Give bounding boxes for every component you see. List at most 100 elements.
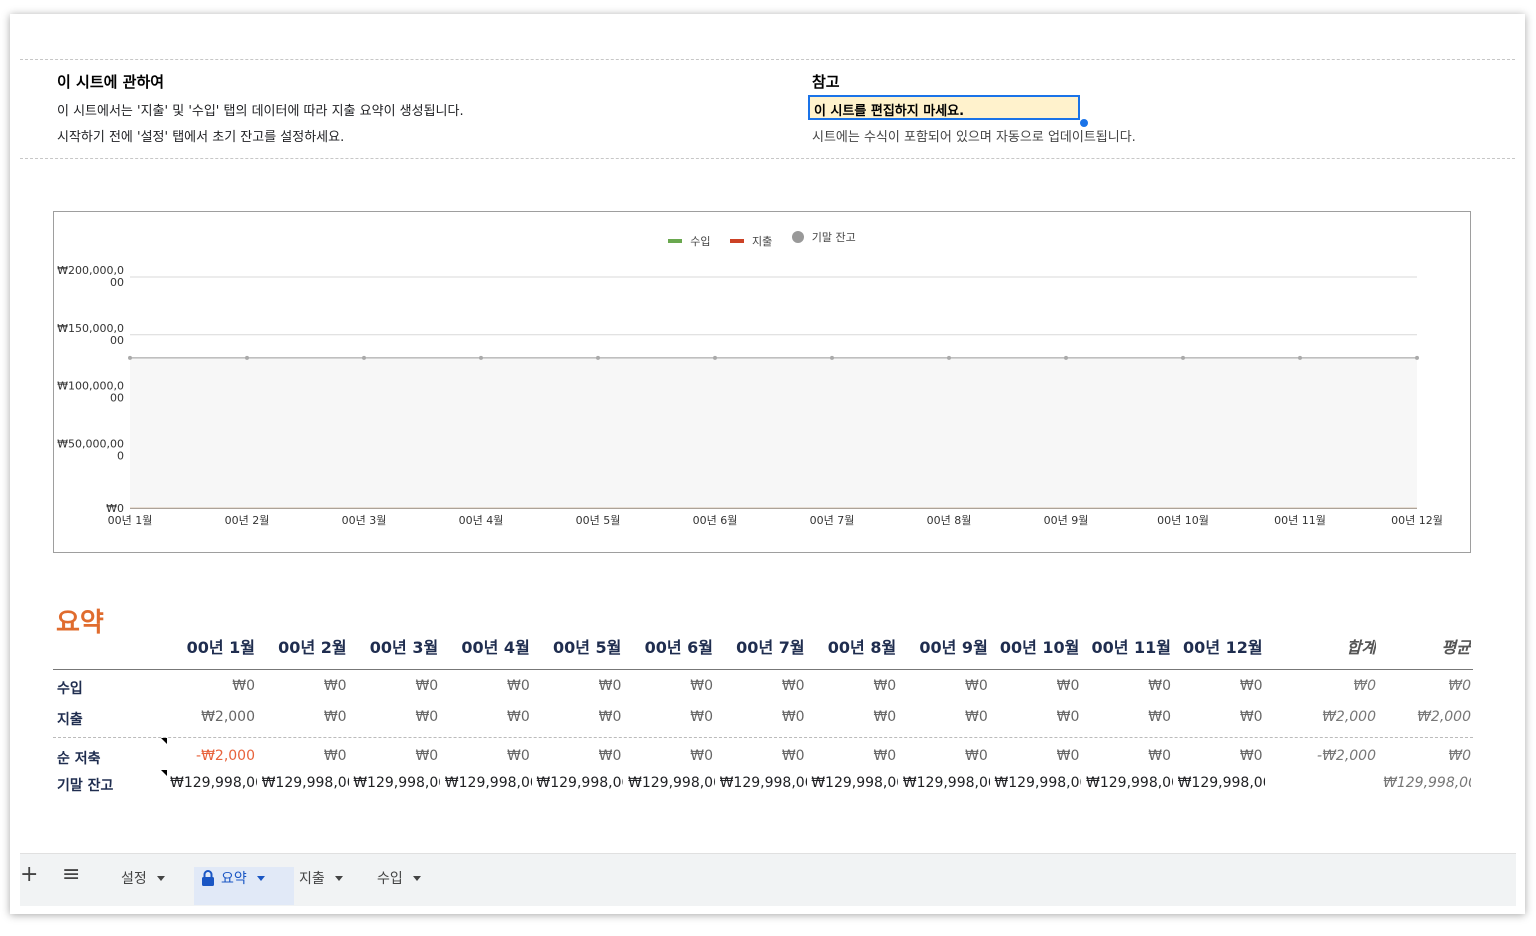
tab-label: 수입	[377, 871, 403, 887]
balance-point	[947, 355, 951, 360]
table-cell: ₩0	[598, 748, 622, 764]
average-cell: ₩129,998,000	[1383, 775, 1471, 791]
table-cell: ₩0	[415, 709, 439, 725]
x-tick-label: 00년 1월	[108, 514, 153, 527]
note-line: 시트에는 수식이 포함되어 있으며 자동으로 업데이트됩니다.	[812, 130, 1136, 145]
column-header: 00년 2월	[278, 638, 347, 657]
tab-label: 설정	[121, 871, 147, 887]
table-cell: ₩0	[507, 678, 530, 694]
about-title: 이 시트에 관하여	[57, 73, 165, 91]
x-tick-label: 00년 12월	[1391, 514, 1443, 527]
table-cell: ₩0	[965, 678, 988, 694]
x-tick-label: 00년 11월	[1274, 514, 1326, 527]
row-label: 순 저축	[57, 751, 101, 767]
table-row-expense: 지출 ₩2,000 ₩0 ₩0 ₩0 ₩0 ₩0 ₩0 ₩0 ₩0 ₩0 ₩0 ₩0 ₩2,000 ₩2,0…	[53, 709, 1473, 733]
column-header: 00년 6월	[644, 638, 713, 657]
caret-down-icon[interactable]	[256, 875, 265, 881]
table-cell: ₩0	[507, 748, 530, 764]
about-line-2: 시작하기 전에 '설정' 탭에서 초기 잔고를 설정하세요.	[57, 130, 345, 145]
table-cell: ₩0	[690, 678, 713, 694]
divider	[20, 59, 1515, 60]
tab-label: 요약	[221, 871, 247, 887]
table-header-row: 00년 1월 00년 2월 00년 3월 00년 4월 00년 5월 00년 6월 00년 …	[53, 634, 1473, 658]
tab-expenses[interactable]: 지출	[299, 868, 343, 888]
table-cell: ₩129,998,000	[170, 775, 257, 791]
table-cell: ₩129,998,000	[719, 775, 807, 791]
table-cell: ₩0	[598, 709, 622, 725]
table-cell: ₩0	[415, 748, 439, 764]
table-cell: ₩0	[781, 709, 805, 725]
balance-point	[128, 355, 132, 360]
divider	[20, 158, 1515, 159]
summary-chart[interactable]: 수입 지출 기말 잔고 ₩0 ₩50,000,00 0 ₩100,000,0 00 ₩15…	[53, 211, 1471, 553]
table-cell: ₩0	[1239, 678, 1263, 694]
row-divider	[53, 737, 1473, 738]
header-rule	[53, 669, 1473, 670]
table-cell: ₩0	[873, 678, 897, 694]
table-cell: ₩129,998,000	[261, 775, 349, 791]
balance-point	[596, 355, 600, 360]
table-cell: ₩129,998,000	[628, 775, 715, 791]
row-label: 기말 잔고	[57, 778, 114, 794]
note-indicator[interactable]	[161, 770, 167, 776]
table-cell: ₩129,998,000	[1177, 775, 1265, 791]
table-row-net-savings: 순 저축 -₩2,000 ₩0 ₩0 ₩0 ₩0 ₩0 ₩0 ₩0 ₩0 ₩0 ₩0 ₩0 -₩2,000…	[53, 748, 1473, 772]
x-tick-label: 00년 7월	[810, 514, 855, 527]
column-header-average: 평균	[1441, 638, 1471, 657]
table-cell: ₩0	[1148, 678, 1171, 694]
caret-down-icon[interactable]	[156, 875, 165, 881]
column-header: 00년 12월	[1183, 638, 1263, 657]
table-cell: ₩0	[781, 748, 805, 764]
table-cell: ₩0	[965, 709, 988, 725]
tab-summary[interactable]: 요약	[201, 868, 265, 888]
table-row-income: 수입 ₩0 ₩0 ₩0 ₩0 ₩0 ₩0 ₩0 ₩0 ₩0 ₩0 ₩0 ₩0 ₩0 ₩0	[53, 678, 1473, 702]
caret-down-icon[interactable]	[412, 875, 421, 881]
x-tick-label: 00년 10월	[1157, 514, 1209, 527]
table-cell: ₩129,998,000	[444, 775, 532, 791]
table-cell: ₩0	[323, 709, 347, 725]
chart-plot: ₩0₩50,000,00 0₩100,000,0 00₩150,000,0 00₩20…	[57, 264, 1443, 527]
total-cell: -₩2,000	[1317, 748, 1376, 764]
table-row-ending-balance: 기말 잔고₩129,998,000₩129,998,000₩129,998,00…	[53, 775, 1473, 799]
table-cell: ₩0	[1056, 678, 1080, 694]
tab-income[interactable]: 수입	[377, 868, 421, 888]
note-title: 참고	[812, 73, 840, 91]
plus-icon[interactable]: +	[20, 862, 38, 887]
y-tick-label: ₩100,000,0 00	[57, 380, 124, 405]
balance-point	[479, 355, 483, 360]
selected-cell-note-highlight[interactable]: 이 시트를 편집하지 마세요.	[808, 95, 1080, 120]
note-indicator[interactable]	[161, 738, 167, 744]
table-cell: ₩0	[598, 678, 622, 694]
x-tick-label: 00년 9월	[1044, 514, 1089, 527]
average-cell: ₩2,000	[1417, 709, 1471, 725]
tab-settings[interactable]: 설정	[121, 868, 165, 888]
total-cell: ₩2,000	[1322, 709, 1376, 725]
table-cell: ₩0	[1239, 748, 1263, 764]
row-label: 수입	[57, 681, 83, 697]
x-tick-label: 00년 5월	[576, 514, 621, 527]
x-tick-label: 00년 3월	[342, 514, 387, 527]
column-header: 00년 3월	[369, 638, 439, 657]
menu-icon[interactable]: ≡	[62, 862, 80, 887]
column-header: 00년 5월	[552, 638, 622, 657]
table-cell: ₩0	[873, 748, 897, 764]
tab-label: 지출	[299, 871, 325, 887]
column-header: 00년 8월	[827, 638, 897, 657]
column-header: 00년 10월	[999, 638, 1080, 657]
column-header: 00년 4월	[461, 638, 530, 657]
table-cell: ₩0	[690, 709, 713, 725]
table-cell: ₩129,998,000	[811, 775, 898, 791]
table-cell: ₩0	[1239, 709, 1263, 725]
note-highlight-text: 이 시트를 편집하지 마세요.	[814, 104, 965, 119]
row-label: 지출	[57, 712, 83, 728]
x-tick-label: 00년 2월	[225, 514, 270, 527]
about-line-1: 이 시트에서는 '지출' 및 '수입' 탭의 데이터에 따라 지출 요약이 생성…	[57, 104, 464, 119]
balance-point	[362, 355, 366, 360]
table-cell: ₩0	[1056, 748, 1080, 764]
table-cell: ₩0	[873, 709, 897, 725]
x-tick-label: 00년 6월	[693, 514, 738, 527]
y-tick-label: ₩150,000,0 00	[57, 322, 124, 347]
balance-point	[713, 355, 717, 360]
table-cell: ₩0	[323, 678, 347, 694]
caret-down-icon[interactable]	[334, 875, 343, 881]
